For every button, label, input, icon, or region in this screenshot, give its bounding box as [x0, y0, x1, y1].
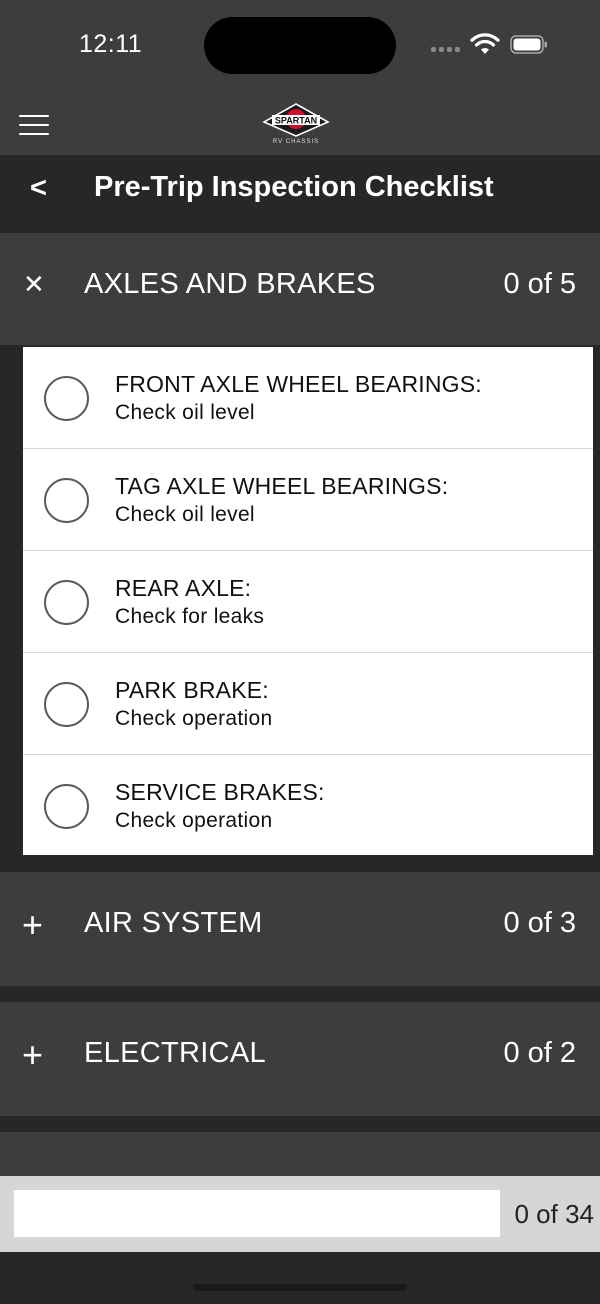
- section-count: 0 of 5: [503, 268, 576, 300]
- plus-icon[interactable]: +: [22, 904, 43, 946]
- section-count: 0 of 2: [503, 1037, 576, 1069]
- checklist-item[interactable]: PARK BRAKE: Check operation: [23, 653, 593, 755]
- item-title: SERVICE BRAKES:: [115, 779, 325, 805]
- checklist-panel: FRONT AXLE WHEEL BEARINGS: Check oil lev…: [23, 347, 593, 855]
- wifi-icon: [470, 33, 500, 54]
- item-subtitle: Check operation: [115, 707, 273, 730]
- svg-text:SPARTAN: SPARTAN: [275, 116, 317, 126]
- section-title: AIR SYSTEM: [84, 907, 263, 939]
- progress-text: 0 of 34: [514, 1199, 594, 1229]
- hamburger-menu-icon[interactable]: [19, 115, 49, 135]
- dynamic-island: [204, 17, 396, 74]
- item-title: TAG AXLE WHEEL BEARINGS:: [115, 473, 449, 499]
- item-title: FRONT AXLE WHEEL BEARINGS:: [115, 371, 482, 397]
- spartan-logo: SPARTAN RV CHASSIS: [262, 100, 330, 150]
- unchecked-radio-icon[interactable]: [44, 682, 89, 727]
- title-bar: < Pre-Trip Inspection Checklist: [0, 155, 600, 231]
- section-title: ELECTRICAL: [84, 1037, 266, 1069]
- unchecked-radio-icon[interactable]: [44, 478, 89, 523]
- progress-bar: [14, 1190, 500, 1237]
- app-header: 12:11 SPARTAN RV CHASSIS: [0, 0, 600, 155]
- close-icon[interactable]: ✕: [23, 269, 45, 300]
- overall-progress: 0 of 34: [0, 1176, 600, 1252]
- item-title: PARK BRAKE:: [115, 677, 269, 703]
- checklist-item[interactable]: FRONT AXLE WHEEL BEARINGS: Check oil lev…: [23, 347, 593, 449]
- back-button[interactable]: <: [30, 172, 47, 205]
- item-subtitle: Check oil level: [115, 401, 255, 424]
- cellular-signal-icon: [431, 47, 460, 52]
- checklist-item[interactable]: SERVICE BRAKES: Check operation: [23, 755, 593, 857]
- section-header-air-system[interactable]: + AIR SYSTEM 0 of 3: [0, 872, 600, 986]
- home-indicator: [193, 1284, 407, 1291]
- battery-icon: [510, 35, 547, 54]
- plus-icon[interactable]: +: [22, 1034, 43, 1076]
- checklist-item[interactable]: REAR AXLE: Check for leaks: [23, 551, 593, 653]
- status-time: 12:11: [79, 30, 143, 58]
- unchecked-radio-icon[interactable]: [44, 376, 89, 421]
- page-title: Pre-Trip Inspection Checklist: [94, 171, 494, 203]
- section-count: 0 of 3: [503, 907, 576, 939]
- section-title: AXLES AND BRAKES: [84, 268, 376, 300]
- item-subtitle: Check for leaks: [115, 605, 265, 628]
- checklist-item[interactable]: TAG AXLE WHEEL BEARINGS: Check oil level: [23, 449, 593, 551]
- item-subtitle: Check oil level: [115, 503, 255, 526]
- section-header-partial[interactable]: [0, 1132, 600, 1176]
- item-title: REAR AXLE:: [115, 575, 252, 601]
- logo-subtext: RV CHASSIS: [272, 139, 320, 145]
- item-subtitle: Check operation: [115, 809, 273, 832]
- unchecked-radio-icon[interactable]: [44, 580, 89, 625]
- section-header-axles-and-brakes[interactable]: ✕ AXLES AND BRAKES 0 of 5: [0, 233, 600, 345]
- section-header-electrical[interactable]: + ELECTRICAL 0 of 2: [0, 1002, 600, 1116]
- unchecked-radio-icon[interactable]: [44, 784, 89, 829]
